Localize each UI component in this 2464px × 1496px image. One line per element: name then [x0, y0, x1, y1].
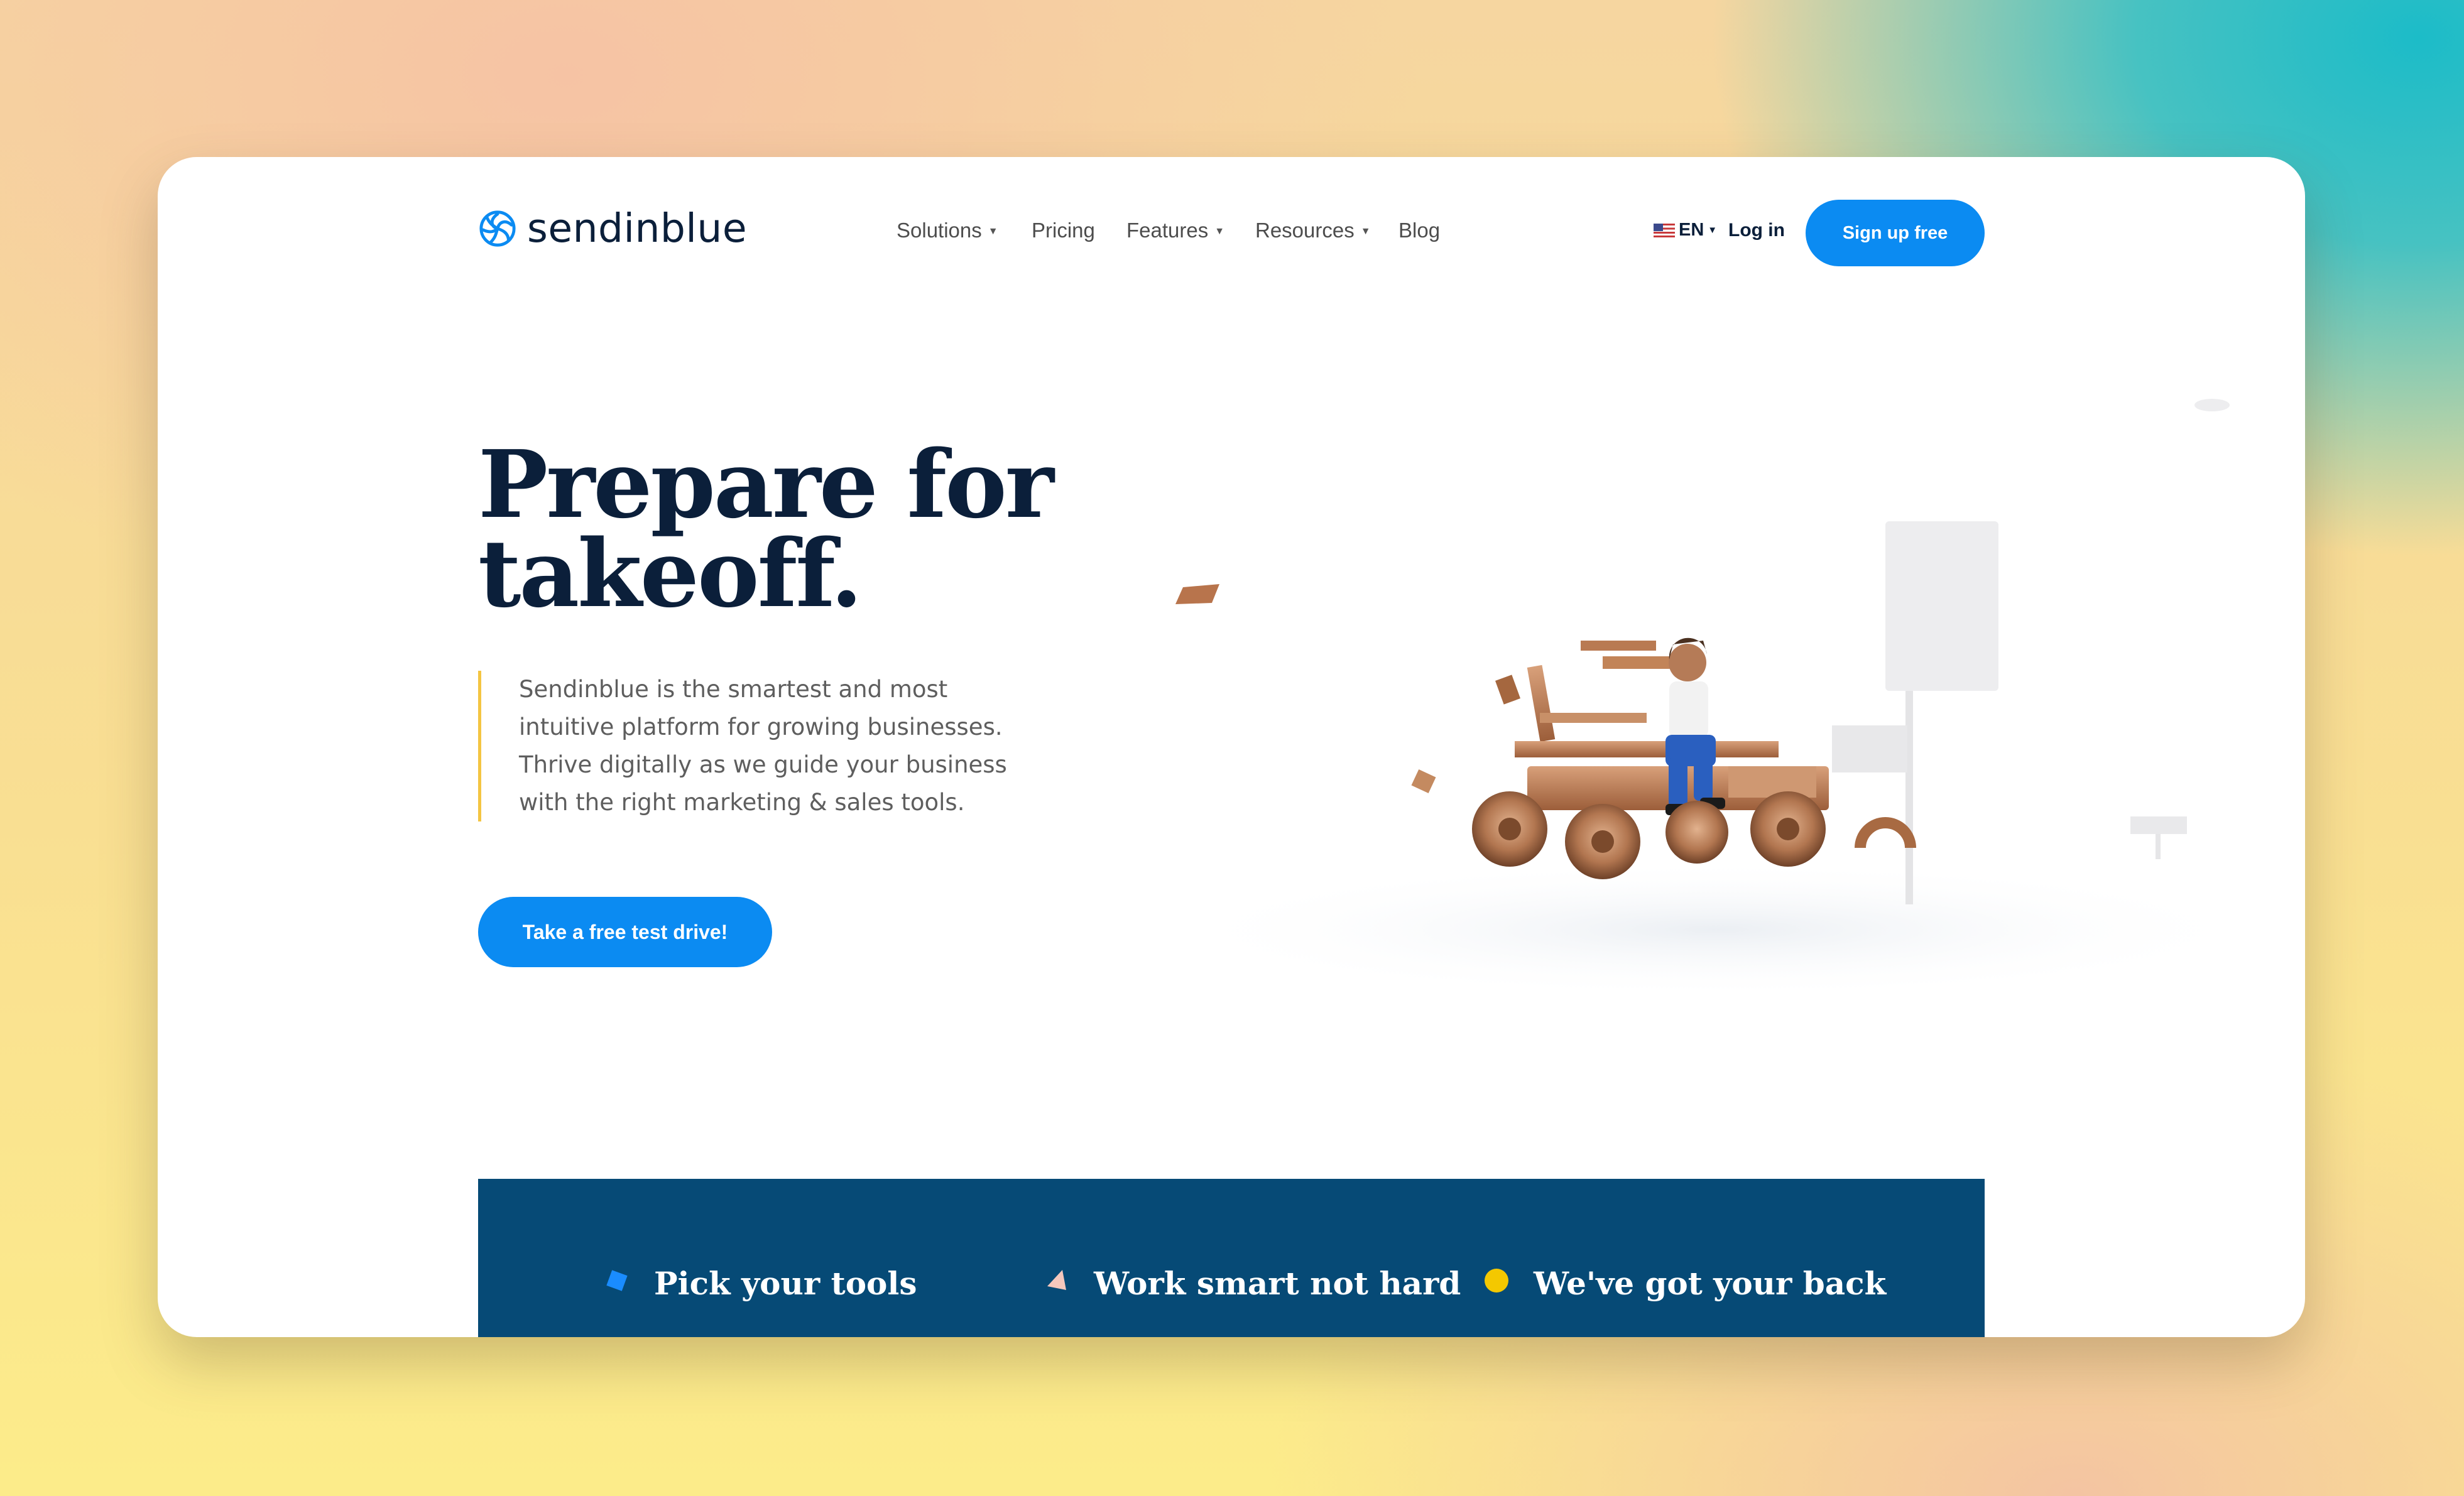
nav-pricing-label: Pricing [1032, 219, 1095, 242]
nav-blog[interactable]: Blog [1398, 219, 1440, 242]
yellow-circle-icon [1485, 1268, 1508, 1293]
caret-down-icon: ▼ [1708, 225, 1718, 236]
signup-button[interactable]: Sign up free [1806, 200, 1985, 266]
hero-description-line: intuitive platform for growing businesse… [519, 713, 1003, 740]
nav-features-label: Features [1126, 219, 1209, 242]
login-link[interactable]: Log in [1728, 220, 1785, 241]
features-band: Pick your tools Work smart not hard We'v… [478, 1179, 1985, 1337]
blue-diamond-icon [606, 1269, 628, 1291]
caret-down-icon: ▼ [1360, 226, 1371, 237]
hero-description: Sendinblue is the smartest and most intu… [478, 671, 1097, 821]
feature-title: Work smart not hard [1094, 1265, 1461, 1302]
feature-got-your-back[interactable]: We've got your back [1483, 1265, 1886, 1302]
sendinblue-logo[interactable]: sendinblue [478, 209, 747, 248]
caret-down-icon: ▼ [988, 226, 998, 237]
hero-description-line: Thrive digitally as we guide your busine… [519, 751, 1007, 778]
nav-solutions-label: Solutions [897, 219, 982, 242]
nav-resources-label: Resources [1255, 219, 1355, 242]
browser-card: sendinblue Solutions ▼ Pricing Features ▼ … [158, 157, 2305, 1337]
nav-blog-label: Blog [1398, 219, 1441, 242]
caret-down-icon: ▼ [1214, 226, 1225, 237]
language-label: EN [1679, 220, 1704, 240]
feature-title: We've got your back [1534, 1265, 1887, 1302]
nav-pricing[interactable]: Pricing [1032, 219, 1095, 242]
hero-description-line: with the right marketing & sales tools. [519, 789, 965, 816]
hero-title: Prepare for takeoff. [478, 430, 1169, 628]
hero-title-line-1: Prepare for [478, 430, 1054, 539]
feature-pick-your-tools[interactable]: Pick your tools [604, 1265, 917, 1302]
pink-triangle-icon [1047, 1269, 1066, 1290]
us-flag-icon [1654, 223, 1675, 237]
hero-title-line-2: takeoff. [478, 519, 863, 628]
free-test-drive-button[interactable]: Take a free test drive! [478, 897, 772, 967]
feature-title: Pick your tools [654, 1265, 917, 1302]
nav-solutions[interactable]: Solutions ▼ [897, 219, 998, 242]
logo-wordmark: sendinblue [527, 205, 748, 251]
hero-illustration [1163, 399, 2269, 999]
sendinblue-logo-icon [479, 210, 516, 247]
nav-features[interactable]: Features ▼ [1126, 219, 1224, 242]
hero-description-line: Sendinblue is the smartest and most [519, 676, 948, 703]
feature-work-smart[interactable]: Work smart not hard [1044, 1265, 1461, 1302]
nav-resources[interactable]: Resources ▼ [1255, 219, 1371, 242]
language-selector[interactable]: EN ▼ [1654, 220, 1717, 241]
